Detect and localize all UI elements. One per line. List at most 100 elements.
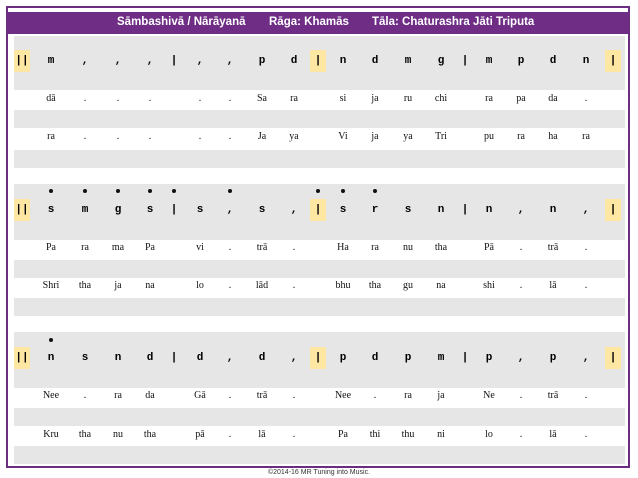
- swara-note: n: [47, 352, 55, 364]
- swara-note: ,: [290, 204, 298, 216]
- lyric-syllable: gu: [403, 280, 413, 291]
- upper-octave-dot: [341, 189, 345, 193]
- swara-note: m: [404, 55, 412, 67]
- lyric-syllable: Nee: [334, 390, 352, 401]
- lyric-syllable: .: [228, 429, 232, 440]
- tala-title: Tāla: Chaturashra Jāti Triputa: [372, 16, 535, 28]
- lyric-syllable: .: [148, 131, 152, 142]
- lyric-syllable: .: [228, 242, 232, 253]
- lyric-syllable: lā: [549, 280, 557, 291]
- tala-bar: ||: [15, 204, 29, 216]
- lyric-syllable: .: [584, 93, 588, 104]
- raga-title: Rāga: Khamās: [269, 16, 349, 28]
- lyric-syllable: ra: [47, 131, 55, 142]
- swara-note: p: [485, 352, 493, 364]
- lyric-syllable: .: [519, 242, 523, 253]
- swara-note: d: [290, 55, 298, 67]
- upper-octave-dot: [172, 189, 176, 193]
- upper-octave-dot: [228, 189, 232, 193]
- tala-bar: |: [170, 352, 178, 364]
- lyric-syllable: tha: [368, 280, 382, 291]
- lyric-syllable: ja: [437, 390, 445, 401]
- lyric-syllable: .: [519, 429, 523, 440]
- swara-note: n: [339, 55, 347, 67]
- swara-note: ,: [582, 352, 590, 364]
- swara-note: m: [485, 55, 493, 67]
- lyric-syllable: nu: [403, 242, 413, 253]
- composer-title: Sāmbashivā / Nārāyanā: [117, 16, 246, 28]
- lyric-syllable: .: [228, 93, 232, 104]
- swara-note: m: [47, 55, 55, 67]
- lyric-syllable: trā: [547, 242, 559, 253]
- swara-note: s: [146, 204, 154, 216]
- swara-note: r: [371, 204, 379, 216]
- lyric-syllable: vi: [196, 242, 204, 253]
- lyric-syllable: nu: [113, 429, 123, 440]
- swara-note: n: [485, 204, 493, 216]
- lyric-syllable: pa: [516, 93, 526, 104]
- swara-note: m: [81, 204, 89, 216]
- row-band: [14, 222, 625, 240]
- lyric-syllable: ra: [290, 93, 298, 104]
- lyric-syllable: .: [584, 280, 588, 291]
- tala-bar: |: [314, 55, 322, 67]
- swara-note: d: [371, 352, 379, 364]
- swara-note: ,: [226, 352, 234, 364]
- upper-octave-dot: [148, 189, 152, 193]
- lyric-syllable: bhu: [335, 280, 351, 291]
- lyric-syllable: .: [292, 429, 296, 440]
- lyric-syllable: ya: [289, 131, 299, 142]
- lyric-syllable: si: [339, 93, 347, 104]
- lyric-syllable: lād: [255, 280, 269, 291]
- swara-note: s: [339, 204, 347, 216]
- lyric-syllable: ra: [114, 390, 122, 401]
- lyric-syllable: na: [145, 280, 155, 291]
- swara-note: p: [404, 352, 412, 364]
- lyric-syllable: .: [584, 390, 588, 401]
- lyric-syllable: ra: [81, 242, 89, 253]
- upper-octave-dot: [316, 189, 320, 193]
- lyric-syllable: ja: [371, 93, 379, 104]
- tala-bar: |: [461, 55, 469, 67]
- lyric-syllable: .: [292, 390, 296, 401]
- row-band: [14, 150, 625, 168]
- swara-note: ,: [146, 55, 154, 67]
- swara-note: ,: [290, 352, 298, 364]
- title-bar: Sāmbashivā / Nārāyanā Rāga: Khamās Tāla:…: [7, 12, 628, 34]
- swara-note: s: [196, 204, 204, 216]
- lyric-syllable: ru: [403, 93, 413, 104]
- lyric-syllable: ra: [404, 390, 412, 401]
- lyric-syllable: Ne: [483, 390, 495, 401]
- lyric-syllable: Pa: [338, 429, 348, 440]
- row-band: [14, 370, 625, 388]
- lyric-syllable: .: [228, 390, 232, 401]
- lyric-syllable: thi: [369, 429, 381, 440]
- lyric-syllable: pā: [195, 429, 205, 440]
- lyric-syllable: Kru: [43, 429, 59, 440]
- tala-bar: |: [609, 204, 617, 216]
- swara-note: g: [114, 204, 122, 216]
- swara-note: n: [549, 204, 557, 216]
- lyric-syllable: .: [519, 280, 523, 291]
- tala-bar: |: [609, 55, 617, 67]
- upper-octave-dot: [49, 189, 53, 193]
- lyric-syllable: Vi: [338, 131, 348, 142]
- lyric-syllable: chi: [434, 93, 448, 104]
- row-band: [14, 260, 625, 278]
- tala-bar: |: [314, 352, 322, 364]
- tala-bar: |: [609, 352, 617, 364]
- swara-note: d: [196, 352, 204, 364]
- swara-note: ,: [517, 204, 525, 216]
- lyric-syllable: .: [519, 390, 523, 401]
- tala-bar: ||: [15, 352, 29, 364]
- lyric-syllable: .: [228, 280, 232, 291]
- lyric-syllable: .: [198, 93, 202, 104]
- swara-note: s: [47, 204, 55, 216]
- row-band: [14, 298, 625, 316]
- swara-note: p: [517, 55, 525, 67]
- lyric-syllable: Pā: [484, 242, 494, 253]
- swara-note: ,: [226, 55, 234, 67]
- lyric-syllable: .: [83, 93, 87, 104]
- lyric-syllable: ja: [371, 131, 379, 142]
- tala-bar: |: [170, 204, 178, 216]
